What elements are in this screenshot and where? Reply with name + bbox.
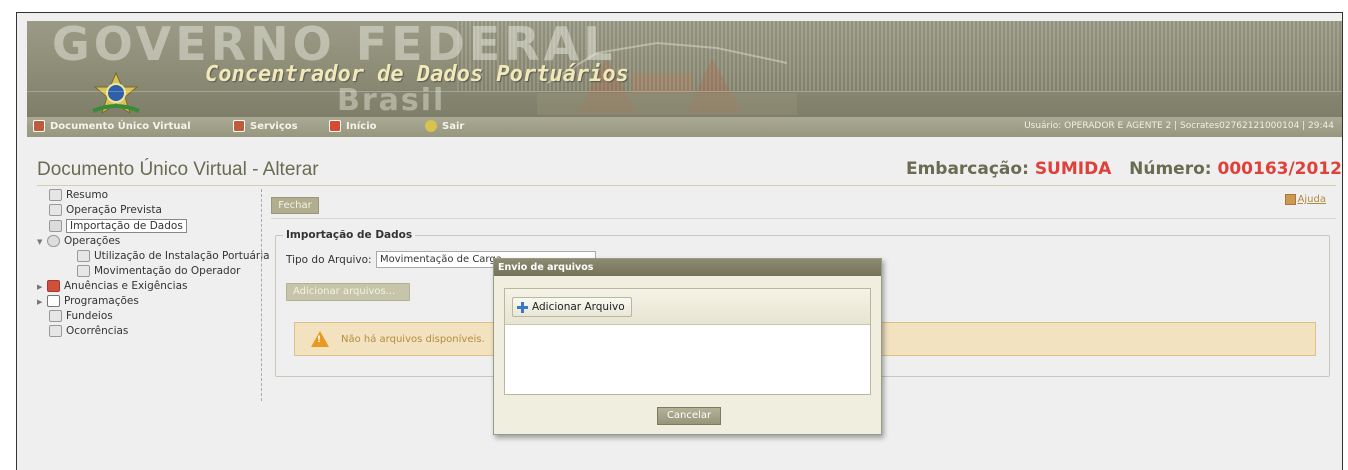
file-list-toolbar: Adicionar Arquivo bbox=[505, 289, 870, 325]
search-doc-icon bbox=[47, 280, 60, 292]
collapse-icon[interactable]: ▼ bbox=[37, 239, 44, 246]
page-icon bbox=[49, 204, 62, 216]
tree-item-resumo[interactable]: Resumo bbox=[49, 189, 108, 201]
navigation-tree: Resumo Operação Prevista Importação de D… bbox=[37, 189, 270, 399]
tree-divider bbox=[261, 189, 262, 401]
expand-icon[interactable]: ▶ bbox=[37, 299, 44, 306]
page-icon bbox=[77, 250, 90, 262]
app-window: GOVERNO FEDERAL Concentrador de Dados Po… bbox=[16, 12, 1343, 470]
banner-divider bbox=[27, 91, 1342, 92]
header-banner: GOVERNO FEDERAL Concentrador de Dados Po… bbox=[27, 21, 1342, 119]
add-files-button[interactable]: Adicionar arquivos... bbox=[286, 283, 410, 301]
help-icon bbox=[1284, 194, 1296, 205]
cancel-button[interactable]: Cancelar bbox=[657, 407, 721, 425]
page-icon bbox=[49, 325, 62, 337]
file-type-label: Tipo do Arquivo: bbox=[286, 254, 372, 266]
file-list-panel: Adicionar Arquivo bbox=[504, 288, 871, 395]
menu-item-label: Serviços bbox=[250, 120, 298, 132]
calendar-icon bbox=[47, 295, 60, 307]
page-icon bbox=[49, 310, 62, 322]
tree-item-operacao-prevista[interactable]: Operação Prevista bbox=[49, 204, 162, 216]
vessel-info: Embarcação: SUMIDA Número: 000163/2012 bbox=[906, 159, 1342, 179]
page-icon bbox=[77, 265, 90, 277]
tree-item-programacoes[interactable]: Programações bbox=[47, 295, 139, 307]
help-label: Ajuda bbox=[1297, 194, 1326, 205]
dialog-title[interactable]: Envio de arquivos bbox=[494, 259, 881, 276]
tree-item-operacoes[interactable]: Operações bbox=[47, 235, 120, 247]
vessel-label: Embarcação: bbox=[905, 159, 1029, 179]
warning-icon-mark: ! bbox=[317, 335, 322, 345]
menu-bar: Documento Único Virtual Serviços Início … bbox=[27, 117, 1342, 137]
country-title: Brasil bbox=[337, 83, 446, 118]
menu-item-label: Início bbox=[346, 120, 377, 132]
add-file-label: Adicionar Arquivo bbox=[532, 301, 625, 313]
user-session-info: Usuário: OPERADOR E AGENTE 2 | Socrates0… bbox=[1024, 121, 1334, 131]
menu-item-label: Sair bbox=[442, 120, 465, 132]
home-icon bbox=[329, 120, 341, 132]
warning-text: Não há arquivos disponíveis. bbox=[341, 334, 485, 345]
page-icon bbox=[49, 189, 62, 201]
exit-icon bbox=[425, 120, 437, 132]
tree-item-fundeios[interactable]: Fundeios bbox=[49, 310, 113, 322]
header-divider bbox=[37, 185, 1336, 186]
table-icon bbox=[49, 220, 62, 232]
document-number: 000163/2012 bbox=[1217, 159, 1343, 179]
vessel-name: SUMIDA bbox=[1034, 159, 1112, 179]
menu-item-inicio[interactable]: Início bbox=[329, 120, 377, 132]
services-icon bbox=[233, 120, 245, 132]
menu-item-servicos[interactable]: Serviços bbox=[233, 120, 298, 132]
number-label: Número: bbox=[1129, 159, 1212, 179]
menu-item-label: Documento Único Virtual bbox=[50, 120, 191, 132]
menu-item-sair[interactable]: Sair bbox=[425, 120, 464, 132]
close-button[interactable]: Fechar bbox=[271, 197, 319, 214]
upload-dialog: Envio de arquivos Adicionar Arquivo Canc… bbox=[493, 258, 882, 435]
gear-icon bbox=[47, 235, 60, 247]
help-link[interactable]: Ajuda bbox=[1284, 194, 1326, 205]
tree-item-utilizacao[interactable]: Utilização de Instalação Portuária bbox=[77, 250, 270, 262]
page-title: Documento Único Virtual - Alterar bbox=[37, 159, 319, 180]
document-icon bbox=[33, 120, 45, 132]
add-file-button[interactable]: Adicionar Arquivo bbox=[512, 297, 632, 317]
plus-icon bbox=[517, 301, 528, 313]
fieldset-legend: Importação de Dados bbox=[283, 229, 416, 241]
tree-item-importacao[interactable]: Importação de Dados bbox=[49, 219, 187, 233]
expand-icon[interactable]: ▶ bbox=[37, 284, 44, 291]
toolbar-divider bbox=[271, 218, 1336, 219]
tree-item-anuencias[interactable]: Anuências e Exigências bbox=[47, 280, 187, 292]
tree-item-ocorrencias[interactable]: Ocorrências bbox=[49, 325, 128, 337]
brazil-seal-icon bbox=[92, 71, 140, 115]
tree-item-movimentacao[interactable]: Movimentação do Operador bbox=[77, 265, 240, 277]
menu-item-documento[interactable]: Documento Único Virtual bbox=[33, 120, 191, 132]
